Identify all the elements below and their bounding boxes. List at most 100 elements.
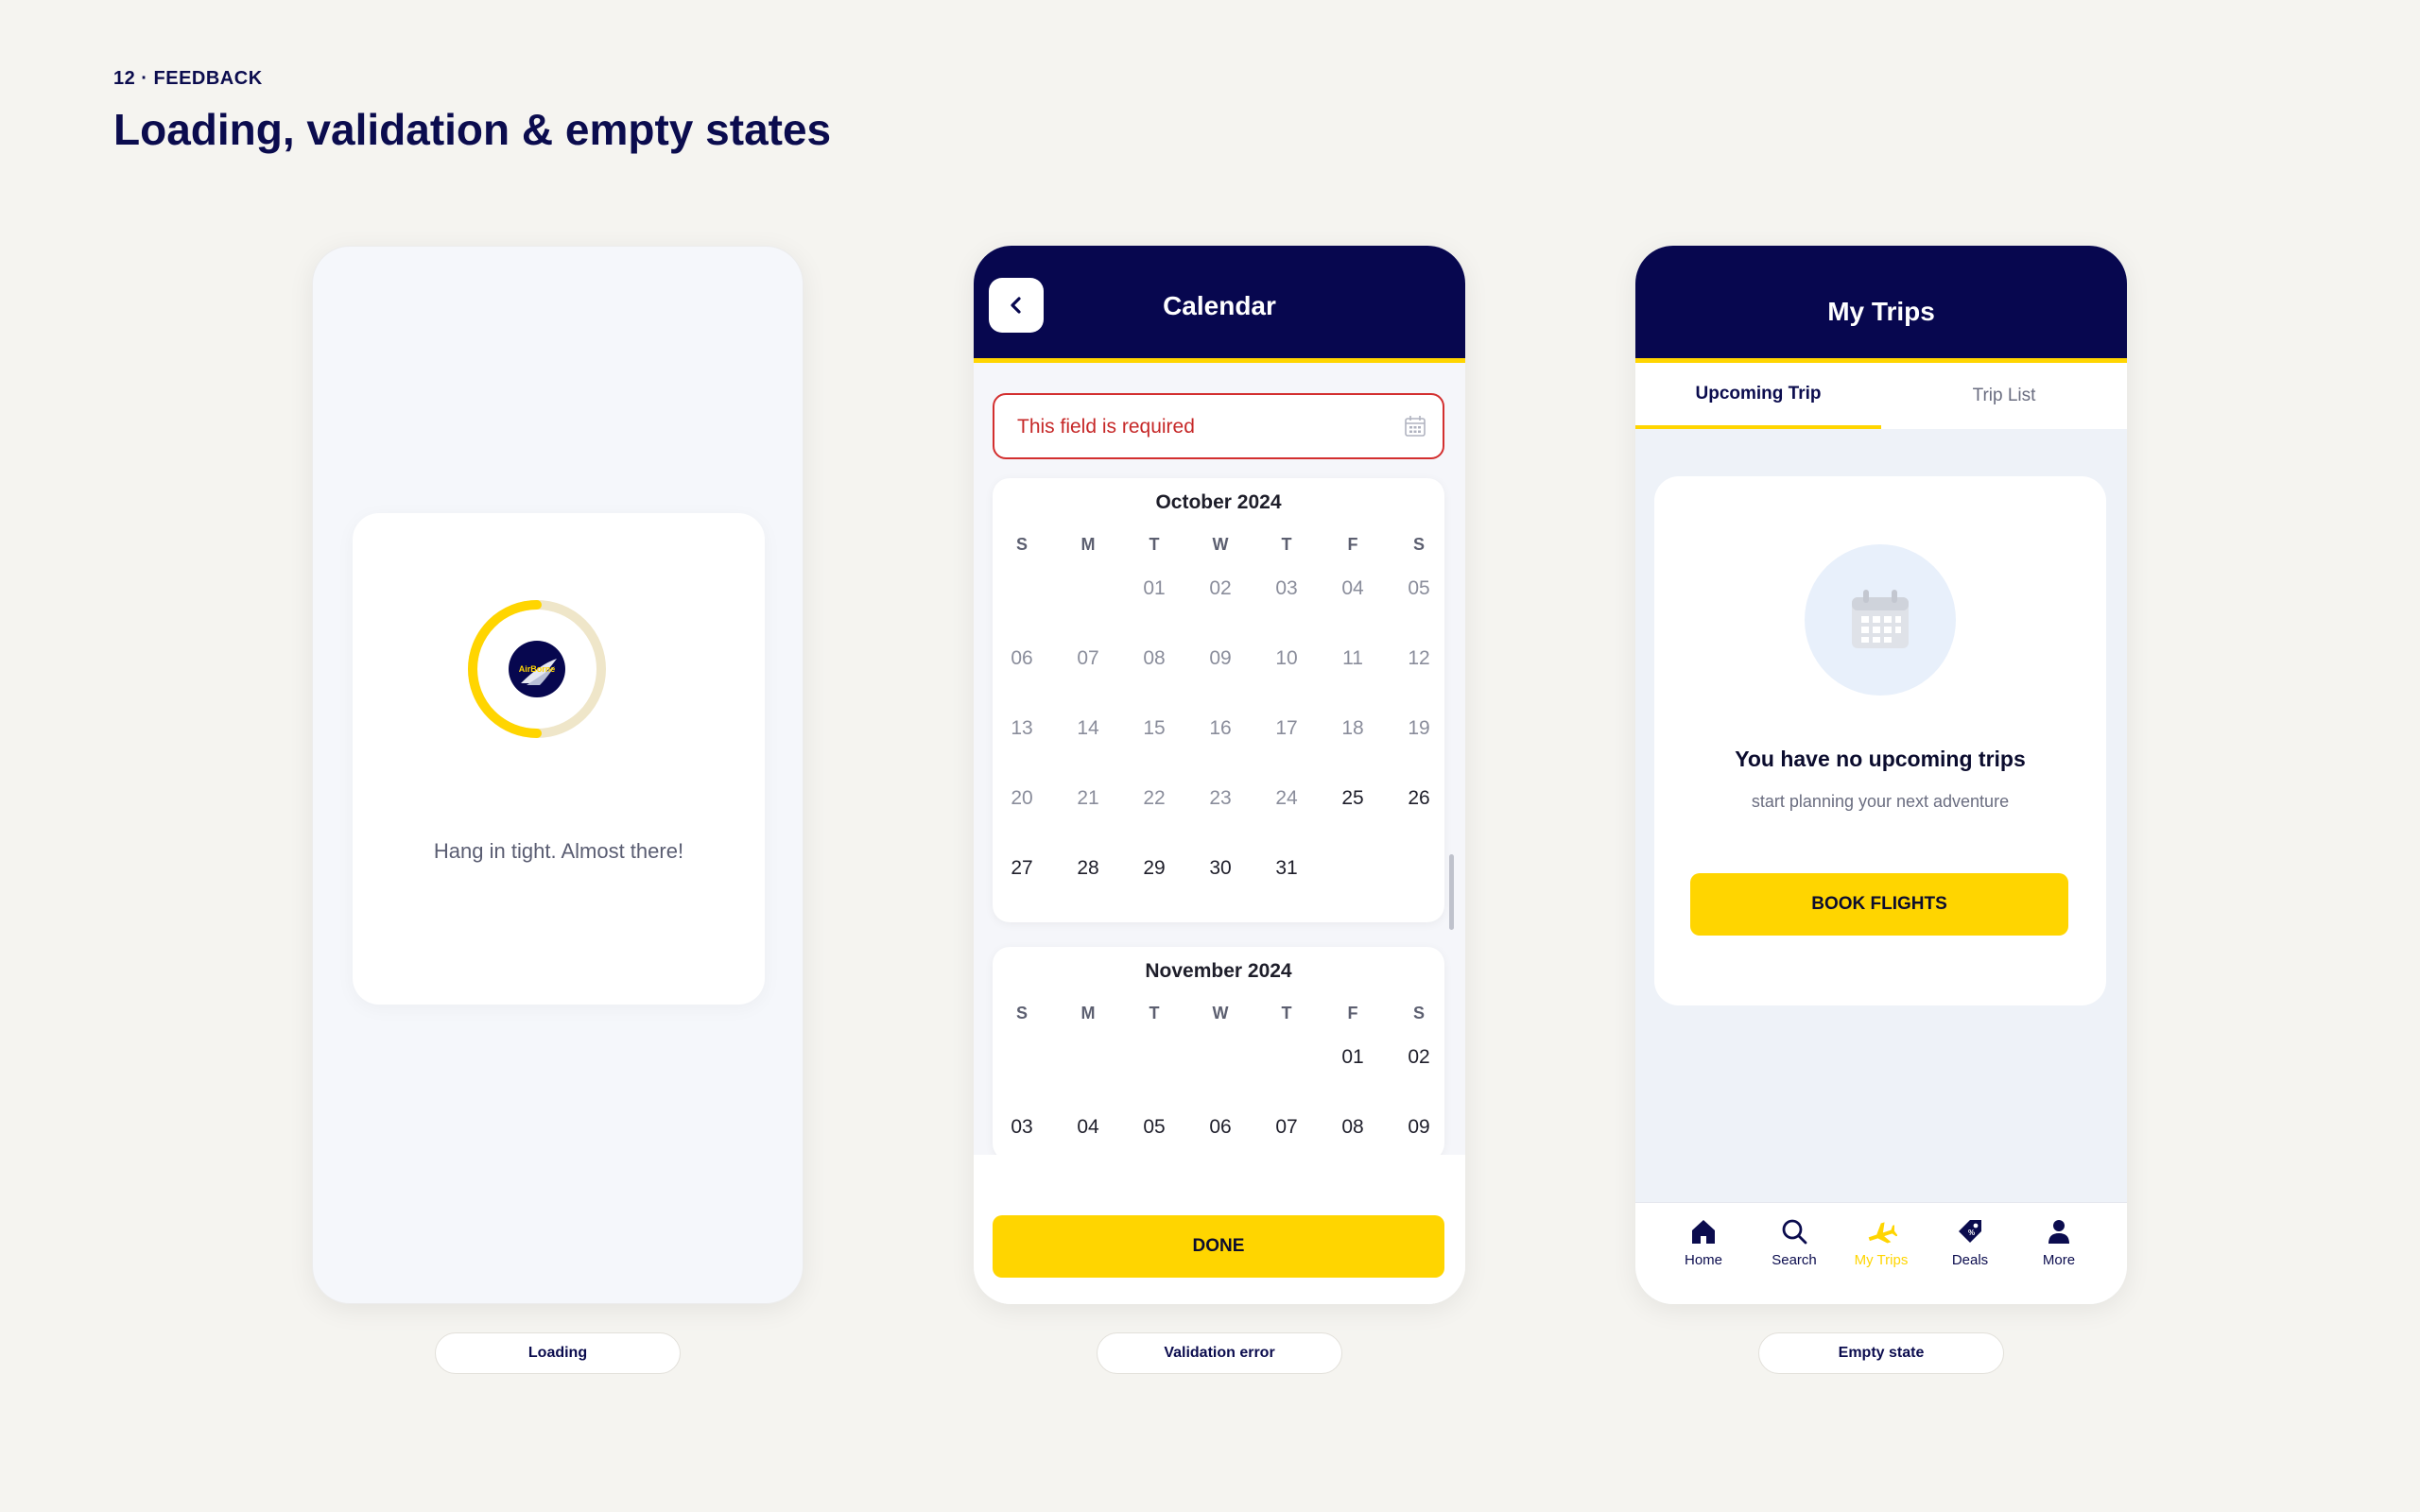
section-eyebrow: 12 · FEEDBACK — [113, 68, 263, 89]
calendar-day[interactable]: 05 — [1131, 1116, 1178, 1139]
svg-text:%: % — [1968, 1228, 1975, 1237]
error-message: This field is required — [1017, 416, 1195, 438]
calendar-day[interactable]: 11 — [1329, 647, 1376, 670]
month-title: October 2024 — [1155, 491, 1282, 513]
empty-state-title: You have no upcoming trips — [1735, 747, 2026, 771]
calendar-icon — [1852, 590, 1909, 648]
nav-label: More — [2042, 1252, 2076, 1268]
calendar-day[interactable]: 17 — [1263, 717, 1310, 740]
calendar-day[interactable]: 27 — [998, 857, 1046, 880]
plane-icon — [1868, 1222, 1897, 1244]
nav-item-more[interactable]: More — [2014, 1216, 2104, 1268]
caption-empty-state: Empty state — [1758, 1332, 2004, 1374]
calendar-day[interactable]: 28 — [1064, 857, 1112, 880]
month-card-november: November 2024 S M T W T F S 01 02 03 04 05 06 07 08 09 — [993, 947, 1444, 1160]
weekday-label: T — [1281, 1004, 1292, 1022]
weekday-label: M — [1080, 535, 1096, 554]
calendar-day[interactable]: 29 — [1131, 857, 1178, 880]
calendar-day[interactable]: 20 — [998, 787, 1046, 810]
calendar-day[interactable]: 14 — [1064, 717, 1112, 740]
weekday-label: W — [1212, 535, 1229, 554]
calendar-day[interactable]: 30 — [1197, 857, 1244, 880]
nav-label: Search — [1772, 1252, 1817, 1268]
calendar-day[interactable]: 15 — [1131, 717, 1178, 740]
calendar-day[interactable]: 06 — [1197, 1116, 1244, 1139]
page-title: Loading, validation & empty states — [113, 105, 832, 154]
calendar-day[interactable]: 10 — [1263, 647, 1310, 670]
month-card-october: October 2024 S M T W T F S 01 02 03 04 05 06 07 08 09 10… — [993, 478, 1444, 922]
calendar-screen: Calendar This field is required October … — [974, 246, 1465, 1304]
month-title: November 2024 — [1145, 960, 1292, 982]
loading-spinner: AirBorne — [468, 600, 606, 738]
loading-screen: AirBorne Hang in tight. Almost there! — [312, 246, 804, 1304]
trips-tabs: Upcoming Trip Trip List — [1635, 363, 2127, 429]
nav-label: Deals — [1951, 1252, 1989, 1268]
home-icon — [1692, 1220, 1715, 1244]
calendar-day[interactable]: 02 — [1395, 1046, 1443, 1069]
done-button[interactable]: DONE — [993, 1215, 1444, 1278]
trips-screen: My Trips Upcoming Trip Trip List You hav… — [1635, 246, 2127, 1304]
weekday-label: S — [1412, 535, 1425, 554]
weekday-label: F — [1347, 535, 1358, 554]
tab-upcoming-trip[interactable]: Upcoming Trip — [1635, 363, 1881, 429]
calendar-day[interactable]: 05 — [1395, 577, 1443, 600]
calendar-day[interactable]: 07 — [1263, 1116, 1310, 1139]
bottom-nav: Home Search My Trips % Deals More — [1635, 1202, 2127, 1304]
calendar-day[interactable]: 25 — [1329, 787, 1376, 810]
calendar-title: Calendar — [1163, 291, 1276, 320]
calendar-day[interactable]: 07 — [1064, 647, 1112, 670]
weekday-label: T — [1149, 1004, 1160, 1022]
calendar-day[interactable]: 04 — [1329, 577, 1376, 600]
calendar-day[interactable]: 08 — [1329, 1116, 1376, 1139]
nav-item-search[interactable]: Search — [1749, 1216, 1840, 1268]
empty-state-subtitle: start planning your next adventure — [1751, 792, 2010, 811]
calendar-day[interactable]: 01 — [1329, 1046, 1376, 1069]
calendar-day[interactable]: 23 — [1197, 787, 1244, 810]
loading-card: AirBorne Hang in tight. Almost there! — [353, 513, 765, 1005]
calendar-day[interactable]: 16 — [1197, 717, 1244, 740]
weekday-label: T — [1281, 535, 1292, 554]
weekday-label: F — [1347, 1004, 1358, 1022]
trips-header: My Trips — [1635, 246, 2127, 363]
calendar-day[interactable]: 19 — [1395, 717, 1443, 740]
calendar-day[interactable]: 09 — [1395, 1116, 1443, 1139]
search-icon — [1782, 1219, 1807, 1245]
user-icon — [2048, 1220, 2069, 1244]
calendar-day[interactable]: 09 — [1197, 647, 1244, 670]
weekday-label: T — [1149, 535, 1160, 554]
weekday-label: S — [1015, 1004, 1028, 1022]
calendar-icon — [1405, 416, 1426, 437]
weekday-label: M — [1080, 1004, 1096, 1022]
calendar-day[interactable]: 24 — [1263, 787, 1310, 810]
calendar-day[interactable]: 03 — [1263, 577, 1310, 600]
calendar-day[interactable]: 08 — [1131, 647, 1178, 670]
scrollbar[interactable] — [1449, 854, 1454, 930]
nav-label: Home — [1684, 1252, 1722, 1268]
nav-item-deals[interactable]: % Deals — [1925, 1216, 2015, 1268]
date-field-error[interactable]: This field is required — [993, 393, 1444, 459]
calendar-day[interactable]: 31 — [1263, 857, 1310, 880]
tab-trip-list[interactable]: Trip List — [1881, 363, 2127, 429]
caption-validation: Validation error — [1097, 1332, 1342, 1374]
weekday-label: W — [1212, 1004, 1229, 1022]
calendar-day[interactable]: 18 — [1329, 717, 1376, 740]
calendar-day[interactable]: 26 — [1395, 787, 1443, 810]
calendar-day[interactable]: 01 — [1131, 577, 1178, 600]
calendar-day[interactable]: 22 — [1131, 787, 1178, 810]
empty-state-card: You have no upcoming trips start plannin… — [1654, 476, 2106, 1005]
calendar-day[interactable]: 21 — [1064, 787, 1112, 810]
calendar-day[interactable]: 03 — [998, 1116, 1046, 1139]
weekday-label: S — [1412, 1004, 1425, 1022]
calendar-day[interactable]: 06 — [998, 647, 1046, 670]
nav-label: My Trips — [1854, 1252, 1909, 1268]
nav-item-home[interactable]: Home — [1658, 1216, 1749, 1268]
calendar-day[interactable]: 13 — [998, 717, 1046, 740]
loading-message: Hang in tight. Almost there! — [433, 839, 684, 863]
calendar-day[interactable]: 12 — [1395, 647, 1443, 670]
calendar-day[interactable]: 04 — [1064, 1116, 1112, 1139]
empty-state-illustration — [1805, 544, 1956, 696]
calendar-day[interactable]: 02 — [1197, 577, 1244, 600]
book-flights-button[interactable]: BOOK FLIGHTS — [1690, 873, 2068, 936]
nav-item-my-trips[interactable]: My Trips — [1836, 1216, 1927, 1268]
trips-title: My Trips — [1827, 297, 1935, 326]
